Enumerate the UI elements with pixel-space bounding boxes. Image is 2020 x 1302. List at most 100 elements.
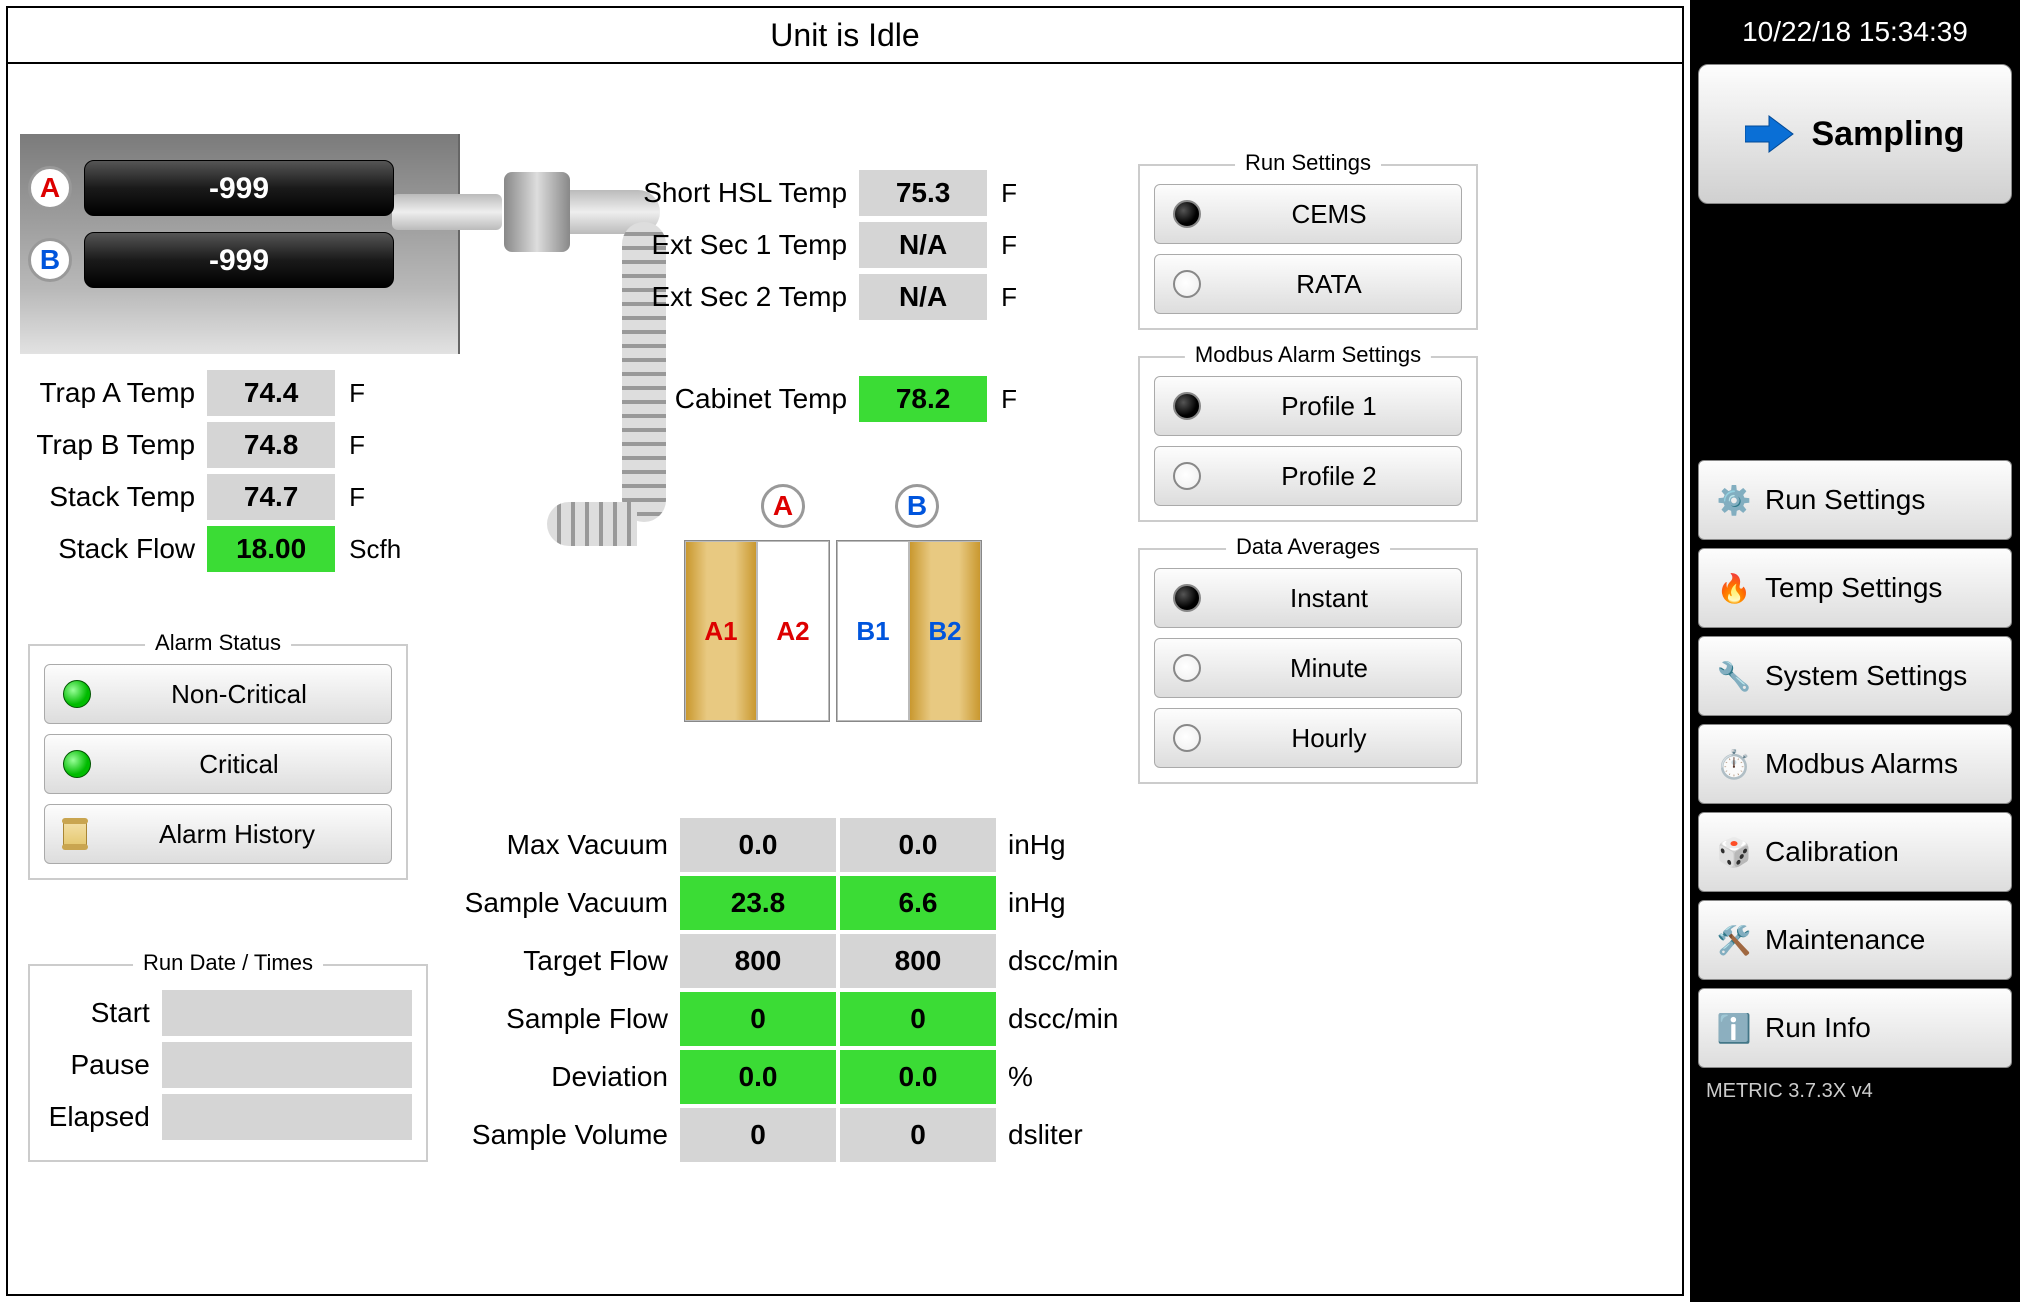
gauge-b-value: -999 xyxy=(84,232,394,288)
stack-flow-label: Stack Flow xyxy=(18,533,195,565)
stack-temp-unit: F xyxy=(349,482,418,513)
hourly-radio[interactable]: Hourly xyxy=(1154,708,1462,768)
vol-unit: dsliter xyxy=(998,1106,1138,1164)
pause-label: Pause xyxy=(44,1049,150,1081)
trap-b-value: 74.8 xyxy=(207,422,337,468)
info-icon: ℹ️ xyxy=(1717,1011,1751,1045)
modbus-legend: Modbus Alarm Settings xyxy=(1185,342,1431,368)
start-label: Start xyxy=(44,997,150,1029)
led-green-icon xyxy=(63,750,91,778)
target-b: 800 xyxy=(838,932,998,990)
stack-flow-value: 18.00 xyxy=(207,526,337,572)
channel-a-badge: A xyxy=(28,166,72,210)
trap-b-unit: F xyxy=(349,430,418,461)
samp-vac-b: 6.6 xyxy=(838,874,998,932)
vol-label: Sample Volume xyxy=(458,1106,678,1164)
radio-on-icon xyxy=(1173,392,1201,420)
max-vac-label: Max Vacuum xyxy=(458,816,678,874)
samp-vac-unit: inHg xyxy=(998,874,1138,932)
radio-off-icon xyxy=(1173,724,1201,752)
version-label: METRIC 3.7.3X v4 xyxy=(1698,1076,2012,1105)
nav-run-settings[interactable]: ⚙️Run Settings xyxy=(1698,460,2012,540)
alarm-status-legend: Alarm Status xyxy=(145,630,291,656)
dev-a: 0.0 xyxy=(678,1048,838,1106)
cabinet-unit: F xyxy=(1001,384,1068,415)
cems-radio[interactable]: CEMS xyxy=(1154,184,1462,244)
arrow-right-icon xyxy=(1745,114,1795,154)
nav-system-settings[interactable]: 🔧System Settings xyxy=(1698,636,2012,716)
cell-a1: A1 xyxy=(685,541,757,721)
wrench-icon: 🔧 xyxy=(1717,659,1751,693)
rata-radio[interactable]: RATA xyxy=(1154,254,1462,314)
samp-vac-label: Sample Vacuum xyxy=(458,874,678,932)
tools-icon: 🛠️ xyxy=(1717,923,1751,957)
stack-temp-label: Stack Temp xyxy=(18,481,195,513)
stack-temp-value: 74.7 xyxy=(207,474,337,520)
run-settings-legend: Run Settings xyxy=(1235,150,1381,176)
radio-off-icon xyxy=(1173,462,1201,490)
nav-temp-settings[interactable]: 🔥Temp Settings xyxy=(1698,548,2012,628)
dev-label: Deviation xyxy=(458,1048,678,1106)
cell-b2: B2 xyxy=(909,541,981,721)
nav-run-info[interactable]: ℹ️Run Info xyxy=(1698,988,2012,1068)
gear-icon: ⚙️ xyxy=(1717,483,1751,517)
samp-flow-a: 0 xyxy=(678,990,838,1048)
trap-a-label: Trap A Temp xyxy=(18,377,195,409)
short-hsl-value: 75.3 xyxy=(859,170,989,216)
max-vac-a: 0.0 xyxy=(678,816,838,874)
cabinet-value: 78.2 xyxy=(859,376,989,422)
data-avg-legend: Data Averages xyxy=(1226,534,1390,560)
radio-off-icon xyxy=(1173,270,1201,298)
flame-icon: 🔥 xyxy=(1717,571,1751,605)
minute-radio[interactable]: Minute xyxy=(1154,638,1462,698)
scroll-icon xyxy=(63,820,87,848)
target-unit: dscc/min xyxy=(998,932,1138,990)
radio-on-icon xyxy=(1173,200,1201,228)
ext2-value: N/A xyxy=(859,274,989,320)
run-times-legend: Run Date / Times xyxy=(133,950,323,976)
ext1-unit: F xyxy=(1001,230,1068,261)
gauge-a-value: -999 xyxy=(84,160,394,216)
nav-modbus-alarms[interactable]: ⏱️Modbus Alarms xyxy=(1698,724,2012,804)
samp-flow-b: 0 xyxy=(838,990,998,1048)
start-value xyxy=(162,990,412,1036)
samp-flow-unit: dscc/min xyxy=(998,990,1138,1048)
vol-a: 0 xyxy=(678,1106,838,1164)
col-b-badge: B xyxy=(895,484,939,528)
critical-button[interactable]: Critical xyxy=(44,734,392,794)
samp-flow-label: Sample Flow xyxy=(458,990,678,1048)
ext2-label: Ext Sec 2 Temp xyxy=(608,281,847,313)
instant-radio[interactable]: Instant xyxy=(1154,568,1462,628)
target-label: Target Flow xyxy=(458,932,678,990)
target-a: 800 xyxy=(678,932,838,990)
elapsed-value xyxy=(162,1094,412,1140)
profile1-radio[interactable]: Profile 1 xyxy=(1154,376,1462,436)
channel-b-badge: B xyxy=(28,238,72,282)
cell-b1: B1 xyxy=(837,541,909,721)
trap-b-label: Trap B Temp xyxy=(18,429,195,461)
ext1-value: N/A xyxy=(859,222,989,268)
short-hsl-unit: F xyxy=(1001,178,1068,209)
clock-icon: ⏱️ xyxy=(1717,747,1751,781)
ext1-label: Ext Sec 1 Temp xyxy=(608,229,847,261)
stack-flow-unit: Scfh xyxy=(349,534,418,565)
page-title: Unit is Idle xyxy=(8,8,1682,64)
sampling-tile[interactable]: Sampling xyxy=(1698,64,2012,204)
max-vac-unit: inHg xyxy=(998,816,1138,874)
profile2-radio[interactable]: Profile 2 xyxy=(1154,446,1462,506)
max-vac-b: 0.0 xyxy=(838,816,998,874)
dice-icon: 🎲 xyxy=(1717,835,1751,869)
nav-maintenance[interactable]: 🛠️Maintenance xyxy=(1698,900,2012,980)
vol-b: 0 xyxy=(838,1106,998,1164)
elapsed-label: Elapsed xyxy=(44,1101,150,1133)
clock: 10/22/18 15:34:39 xyxy=(1698,8,2012,56)
nav-calibration[interactable]: 🎲Calibration xyxy=(1698,812,2012,892)
radio-off-icon xyxy=(1173,654,1201,682)
dev-b: 0.0 xyxy=(838,1048,998,1106)
noncritical-button[interactable]: Non-Critical xyxy=(44,664,392,724)
trap-a-unit: F xyxy=(349,378,418,409)
dev-unit: % xyxy=(998,1048,1138,1106)
alarm-history-button[interactable]: Alarm History xyxy=(44,804,392,864)
trap-a-value: 74.4 xyxy=(207,370,337,416)
short-hsl-label: Short HSL Temp xyxy=(608,177,847,209)
